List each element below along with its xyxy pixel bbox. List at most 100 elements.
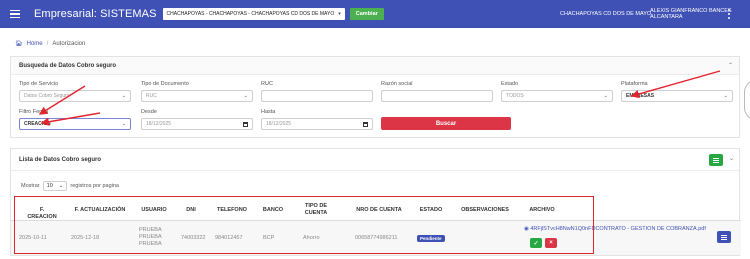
brand-title: Empresarial: SISTEMAS	[34, 8, 157, 20]
razon-social-field: Razón social	[381, 81, 493, 102]
search-card: Busqueda de Datos Cobro seguro ⌃ Tipo de…	[10, 56, 740, 138]
page-size-value: 10	[46, 183, 53, 189]
home-icon: 🏠︎	[15, 41, 23, 47]
cell-dni: 74003322	[181, 235, 206, 241]
collapse-chevron-icon[interactable]: ⌄	[729, 155, 734, 162]
calendar-icon[interactable]	[243, 122, 248, 127]
file-link[interactable]: ◉ 4RFjlSTvcH8NwN1Q0nFDCONTRATO - GESTION…	[524, 226, 706, 232]
change-button[interactable]: Cambiar	[349, 8, 384, 20]
tipo-documento-select[interactable]: RUC ⌄	[141, 90, 253, 102]
col-tipo-cuenta[interactable]: TIPO DE CUENTA	[299, 203, 333, 217]
cell-banco: BCP	[263, 235, 275, 241]
collapse-chevron-icon[interactable]: ⌃	[728, 62, 733, 69]
search-card-title: Busqueda de Datos Cobro seguro	[11, 57, 739, 75]
filtro-fecha-value: CREACION	[24, 121, 51, 127]
razon-social-label: Razón social	[381, 81, 413, 87]
usuario-line: PRUEBA	[139, 241, 162, 247]
company-select[interactable]: CHACHAPOYAS - CHACHAPOYAS - CHACHAPOYAS …	[162, 8, 345, 20]
chevron-down-icon: ⌄	[603, 93, 608, 99]
chevron-down-icon: ⌄	[121, 121, 126, 127]
cell-f-actualizacion: 2025-12-18	[71, 235, 100, 241]
breadcrumb-home[interactable]: Home	[27, 41, 43, 47]
tipo-servicio-label: Tipo de Servicio	[19, 81, 59, 87]
page-size-control: Mostrar 10 ⌄ registros por pagina	[21, 181, 119, 191]
col-estado[interactable]: ESTADO	[415, 207, 447, 214]
ruc-label: RUC	[261, 81, 273, 87]
row-menu-button[interactable]	[717, 231, 731, 243]
chevron-down-icon: ▾	[338, 11, 341, 17]
company-select-value: CHACHAPOYAS - CHACHAPOYAS - CHACHAPOYAS …	[166, 11, 335, 17]
ruc-field: RUC	[261, 81, 373, 102]
estado-label: Estado	[501, 81, 519, 87]
reject-button[interactable]: ×	[545, 238, 557, 248]
hasta-date-input[interactable]: 18/12/2025	[261, 118, 373, 130]
tipo-documento-label: Tipo de Documento	[141, 81, 189, 87]
hamburger-menu-icon[interactable]	[10, 9, 20, 19]
filtro-fecha-select[interactable]: CREACION ⌄	[19, 118, 131, 130]
plataforma-value: EMPRESAS	[626, 93, 655, 99]
show-label: Mostrar	[21, 183, 40, 189]
cell-tipo-cuenta: Ahorro	[303, 235, 320, 241]
search-button[interactable]: Buscar	[381, 117, 511, 130]
cell-f-creacion: 2025-10-11	[19, 235, 47, 241]
plataforma-select[interactable]: EMPRESAS ⌄	[621, 90, 733, 102]
filtro-fecha-label: Filtro Fecha	[19, 109, 49, 115]
col-observaciones[interactable]: OBSERVACIONES	[457, 207, 513, 214]
top-navbar: Empresarial: SISTEMAS CHACHAPOYAS - CHAC…	[0, 0, 750, 28]
col-f-actualizacion[interactable]: F. ACTUALIZACIÓN	[69, 207, 131, 214]
plataforma-field: Plataforma EMPRESAS ⌄	[621, 81, 733, 102]
side-panel-tab[interactable]	[744, 80, 750, 120]
col-usuario[interactable]: USUARIO	[139, 207, 169, 214]
entries-label: registros por pagina	[70, 183, 119, 189]
col-archivo[interactable]: ARCHIVO	[525, 207, 559, 214]
ruc-input[interactable]	[261, 90, 373, 102]
plataforma-label: Plataforma	[621, 81, 648, 87]
chevron-down-icon: ⌄	[723, 93, 728, 99]
cell-telefono: 984012457	[215, 235, 243, 241]
desde-value: 18/12/2025	[146, 121, 172, 127]
chevron-down-icon: ⌄	[121, 93, 126, 99]
chevron-down-icon: ⌄	[58, 183, 64, 189]
list-card: Lista de Datos Cobro seguro ⌄ Mostrar 10…	[10, 148, 741, 256]
col-f-creacion[interactable]: F. CREACION	[25, 207, 59, 221]
table-row[interactable]: 2025-10-11 2025-12-18 PRUEBA PRUEBA PRUE…	[11, 221, 741, 255]
col-nro-cuenta[interactable]: NRO DE CUENTA	[349, 207, 409, 214]
tipo-servicio-value: Datos Cobro Seguro	[24, 93, 70, 99]
usuario-line: PRUEBA	[139, 227, 162, 233]
list-card-title: Lista de Datos Cobro seguro	[11, 149, 739, 171]
tipo-documento-field: Tipo de Documento RUC ⌄	[141, 81, 253, 102]
hasta-value: 18/12/2025	[266, 121, 292, 127]
desde-field: Desde 18/12/2025	[141, 109, 253, 130]
list-menu-button[interactable]	[709, 154, 723, 166]
cell-usuario: PRUEBA PRUEBA PRUEBA	[139, 227, 162, 248]
page-size-select[interactable]: 10 ⌄	[42, 181, 68, 191]
filtro-fecha-field: Filtro Fecha CREACION ⌄	[19, 109, 131, 130]
desde-label: Desde	[141, 109, 157, 115]
tipo-documento-value: RUC	[146, 93, 157, 99]
razon-social-input[interactable]	[381, 90, 493, 102]
hasta-field: Hasta 18/12/2025	[261, 109, 373, 130]
breadcrumb-current: Autorizacion	[52, 40, 86, 47]
estado-select[interactable]: TODOS ⌄	[501, 90, 613, 102]
tipo-servicio-select[interactable]: Datos Cobro Seguro ⌄	[19, 90, 131, 102]
chevron-down-icon: ⌄	[243, 93, 248, 99]
branch-name: CHACHAPOYAS CD DOS DE MAYO	[560, 11, 652, 17]
col-banco[interactable]: BANCO	[261, 207, 285, 214]
file-name: 4RFjlSTvcH8NwN1Q0nFDCONTRATO - GESTION D…	[530, 226, 706, 232]
user-name[interactable]: ALEXIS GIANFRANCO BANCES ALCANTARA	[650, 0, 750, 28]
estado-value: TODOS	[506, 93, 524, 99]
tipo-servicio-field: Tipo de Servicio Datos Cobro Seguro ⌄	[19, 81, 131, 102]
approve-button[interactable]: ✓	[530, 238, 542, 248]
eye-icon: ◉	[524, 226, 529, 232]
usuario-line: PRUEBA	[139, 234, 162, 240]
hasta-label: Hasta	[261, 109, 276, 115]
breadcrumb-separator: /	[46, 40, 49, 47]
more-options-icon[interactable]	[728, 9, 730, 19]
col-telefono[interactable]: TELEFONO	[215, 207, 249, 214]
estado-field: Estado TODOS ⌄	[501, 81, 613, 102]
calendar-icon[interactable]	[363, 122, 368, 127]
breadcrumb: 🏠︎ Home / Autorizacion	[15, 40, 86, 48]
status-badge: Pendiente	[417, 235, 445, 242]
desde-date-input[interactable]: 18/12/2025	[141, 118, 253, 130]
col-dni[interactable]: DNI	[183, 207, 199, 214]
